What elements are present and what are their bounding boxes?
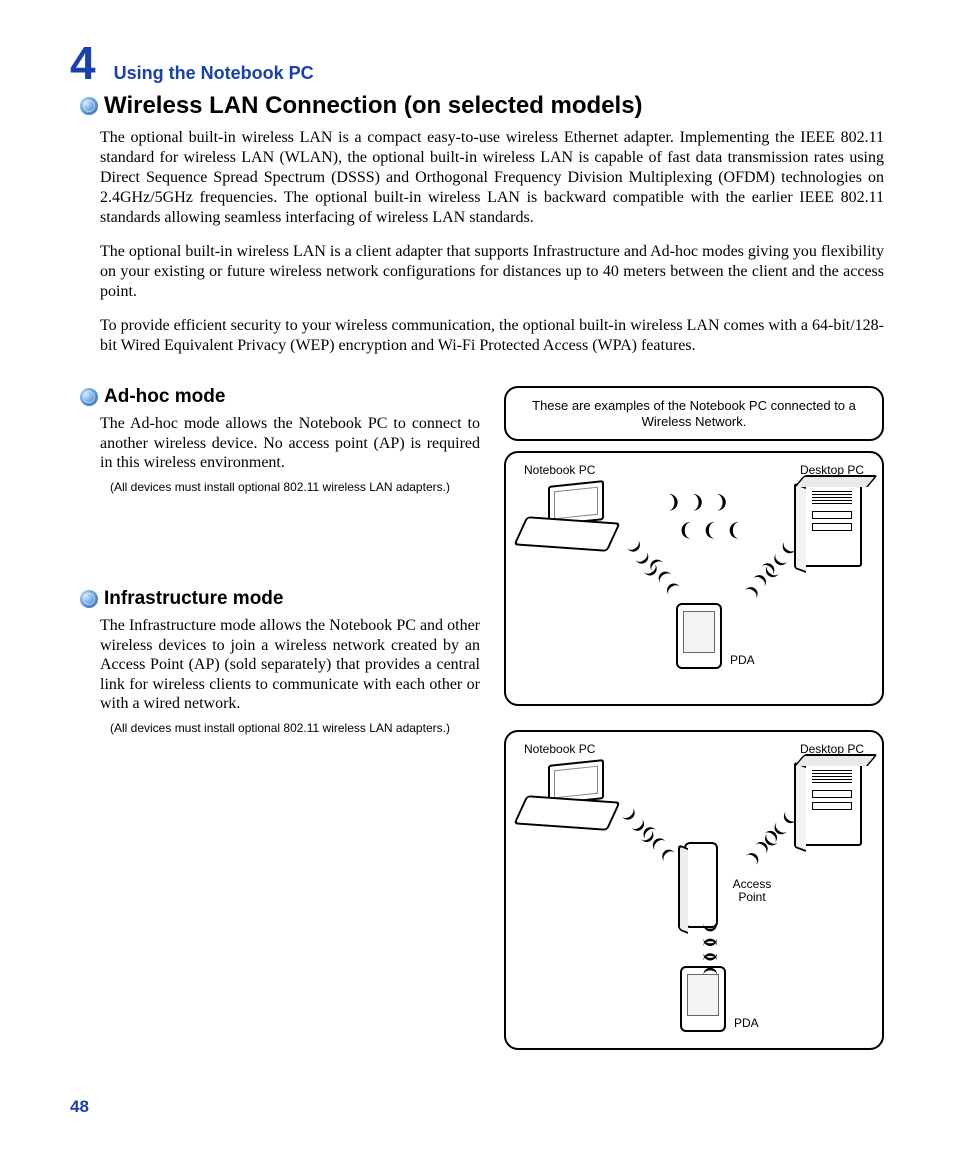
globe-icon: [80, 97, 98, 115]
adhoc-heading-row: Ad-hoc mode: [80, 386, 480, 408]
label-access-point: Access Point: [728, 878, 776, 904]
infra-note: (All devices must install optional 802.1…: [110, 722, 480, 736]
adhoc-note: (All devices must install optional 802.1…: [110, 481, 480, 495]
globe-icon: [80, 590, 98, 608]
paragraph-3: To provide efficient security to your wi…: [100, 316, 884, 356]
diagram-adhoc: Notebook PC Desktop PC PDA ❩ ❩ ❩ ❨ ❨ ❨ ❩…: [504, 451, 884, 706]
signal-waves-icon: ❩ ❩ ❩: [666, 493, 731, 511]
globe-icon: [80, 388, 98, 406]
infra-heading-row: Infrastructure mode: [80, 588, 480, 610]
right-column: These are examples of the Notebook PC co…: [504, 386, 884, 1074]
section-heading-row: Wireless LAN Connection (on selected mod…: [80, 92, 884, 120]
pda-icon: [676, 603, 722, 669]
label-pda: PDA: [734, 1016, 759, 1030]
label-notebook: Notebook PC: [524, 463, 595, 477]
diagram-caption: These are examples of the Notebook PC co…: [504, 386, 884, 441]
signal-waves-icon: ❨ ❨ ❨: [678, 521, 743, 539]
adhoc-text: The Ad-hoc mode allows the Notebook PC t…: [100, 414, 480, 473]
signal-waves-icon: ❩❩❩: [744, 824, 784, 867]
page-number: 48: [70, 1097, 89, 1117]
adhoc-title: Ad-hoc mode: [104, 386, 225, 408]
infra-text: The Infrastructure mode allows the Noteb…: [100, 616, 480, 714]
label-notebook: Notebook PC: [524, 742, 595, 756]
paragraph-2: The optional built-in wireless LAN is a …: [100, 242, 884, 302]
chapter-number: 4: [70, 40, 96, 86]
section-title: Wireless LAN Connection (on selected mod…: [104, 92, 643, 120]
paragraph-1: The optional built-in wireless LAN is a …: [100, 128, 884, 228]
chapter-title: Using the Notebook PC: [114, 63, 314, 84]
laptop-icon: [520, 762, 620, 828]
signal-waves-icon: ❨❨❨: [702, 936, 717, 980]
infra-title: Infrastructure mode: [104, 588, 283, 610]
desktop-tower-icon: [802, 760, 862, 846]
access-point-icon: [684, 842, 718, 928]
laptop-icon: [520, 483, 620, 549]
two-column-region: Ad-hoc mode The Ad-hoc mode allows the N…: [70, 386, 884, 1074]
left-column: Ad-hoc mode The Ad-hoc mode allows the N…: [70, 386, 480, 1074]
desktop-tower-icon: [802, 481, 862, 567]
label-pda: PDA: [730, 653, 755, 667]
diagram-infrastructure: Notebook PC Desktop PC Access Point PDA …: [504, 730, 884, 1050]
chapter-header: 4 Using the Notebook PC: [70, 40, 884, 86]
